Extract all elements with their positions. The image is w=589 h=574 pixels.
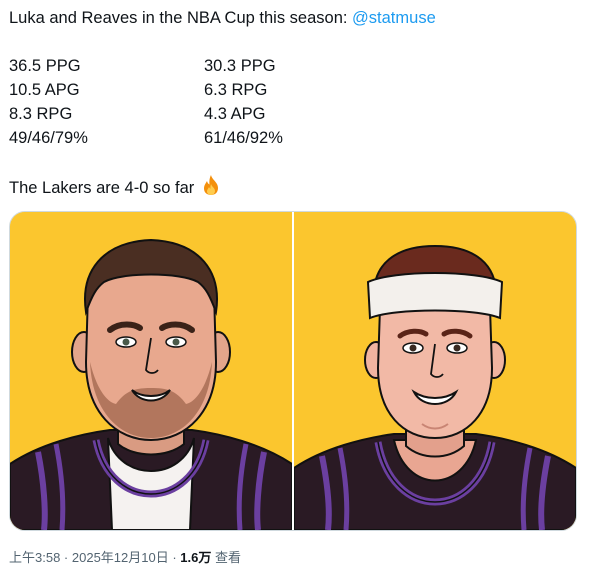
tweet-intro: Luka and Reaves in the NBA Cup this seas… [9,6,579,30]
player-image-right[interactable] [294,212,576,530]
tweet-time[interactable]: 上午3:58 [9,550,60,565]
player-image-left[interactable] [10,212,292,530]
tweet-text: Luka and Reaves in the NBA Cup this seas… [9,6,579,197]
luka-stat: 49/46/79% [9,129,88,147]
player-illustration-beard [10,212,292,530]
views-count: 1.6万 [180,550,212,565]
stat-row: 8.3 RPG 4.3 APG [9,102,579,126]
stat-row: 49/46/79% 61/46/92% [9,126,579,150]
intro-text: Luka and Reaves in the NBA Cup this seas… [9,9,353,27]
reaves-stat: 61/46/92% [204,129,283,147]
meta-separator: · [60,550,72,565]
views-label: 查看 [211,550,241,565]
meta-separator: · [168,550,181,565]
closing-text: The Lakers are 4-0 so far [9,179,195,197]
tweet-date[interactable]: 2025年12月10日 [72,550,169,565]
reaves-stat: 30.3 PPG [204,57,276,75]
luka-stat: 36.5 PPG [9,57,81,75]
stat-row: 10.5 APG 6.3 RPG [9,78,579,102]
fire-emoji-icon [201,174,221,203]
tweet-meta: 上午3:58 · 2025年12月10日 · 1.6万 查看 [9,547,241,566]
stat-row: 36.5 PPG 30.3 PPG [9,54,579,78]
luka-stat: 10.5 APG [9,81,80,99]
reaves-stat: 6.3 RPG [204,81,268,99]
media-grid [9,211,577,531]
mention-link[interactable]: @statmuse [352,9,436,27]
closing-line: The Lakers are 4-0 so far [9,174,221,203]
player-illustration-headband [294,212,576,530]
luka-stat: 8.3 RPG [9,105,73,123]
stats-block: 36.5 PPG 30.3 PPG 10.5 APG 6.3 RPG 8.3 R… [9,54,579,150]
reaves-stat: 4.3 APG [204,105,266,123]
